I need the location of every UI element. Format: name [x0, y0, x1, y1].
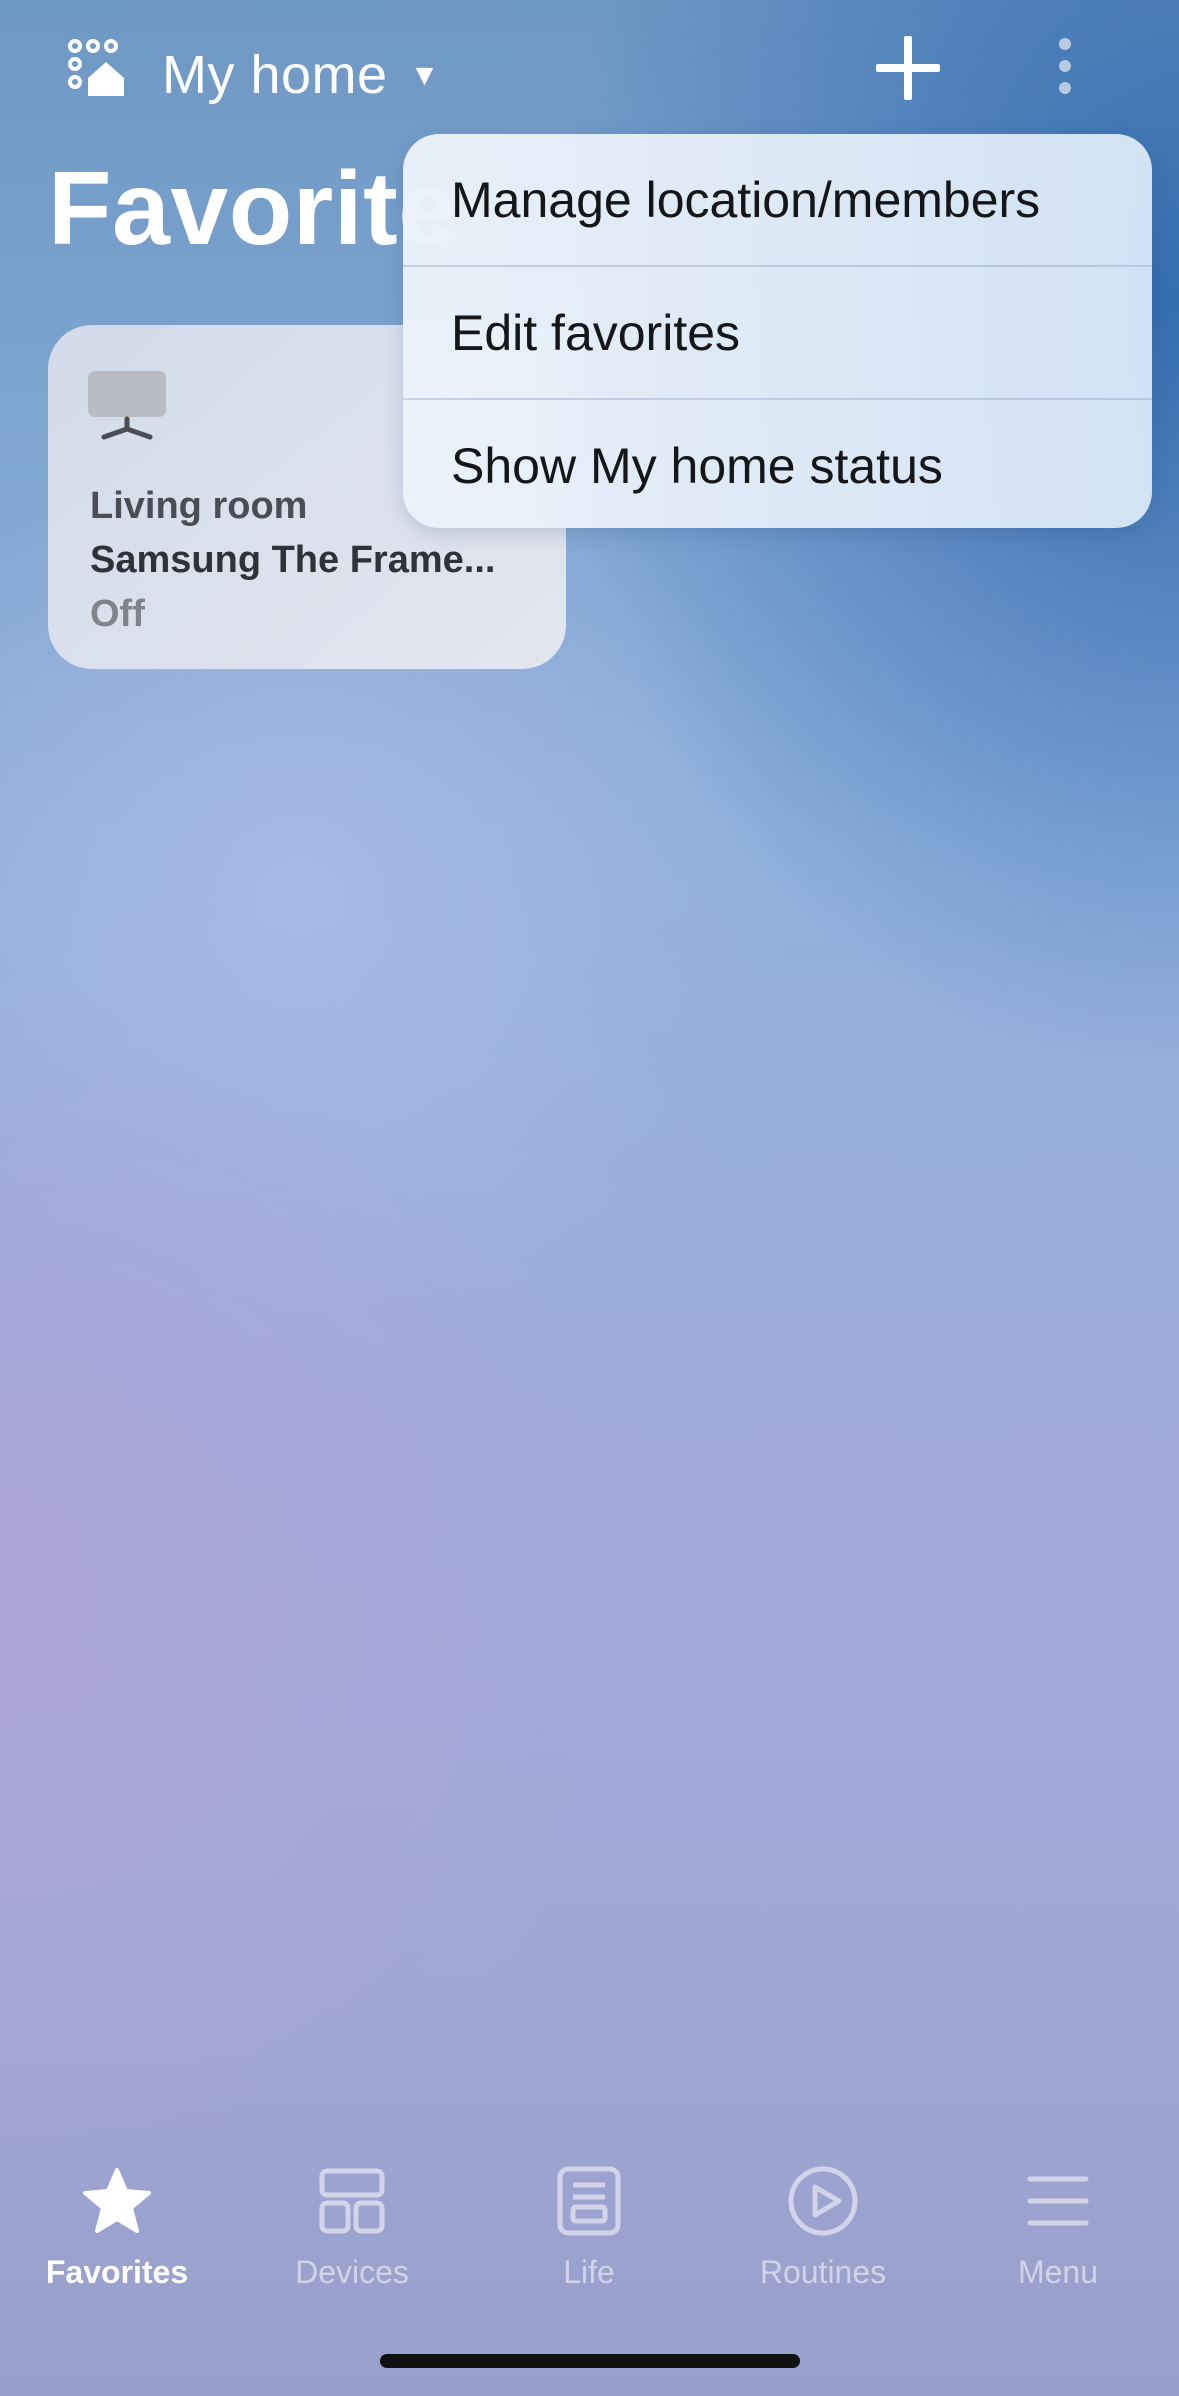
more-options-button[interactable]: [1040, 30, 1090, 106]
add-button[interactable]: [870, 30, 946, 106]
nav-label: Menu: [1017, 2254, 1099, 2290]
device-name: Samsung The Frame...: [90, 539, 496, 581]
device-status: Off: [90, 593, 145, 635]
home-indicator[interactable]: [380, 2354, 800, 2368]
devices-icon: [319, 2168, 385, 2234]
overflow-menu: Manage location/members Edit favorites S…: [403, 134, 1152, 528]
nav-life[interactable]: Life: [489, 2150, 689, 2300]
device-room: Living room: [90, 485, 308, 527]
menu-item-edit-favorites[interactable]: Edit favorites: [403, 267, 1152, 398]
nav-label: Life: [563, 2254, 615, 2290]
location-label: My home: [162, 45, 388, 105]
play-circle-icon: [788, 2166, 858, 2236]
star-icon: [83, 2168, 151, 2233]
bottom-nav: Favorites Devices Life Routines Menu: [0, 2150, 1179, 2300]
qr-home-icon[interactable]: [66, 38, 126, 98]
more-vertical-icon: [1059, 38, 1071, 94]
tv-icon: [88, 371, 166, 440]
plus-icon: [876, 36, 940, 100]
page-title: Favorite: [48, 151, 457, 267]
nav-routines[interactable]: Routines: [723, 2150, 923, 2300]
menu-item-show-home-status[interactable]: Show My home status: [403, 400, 1152, 528]
nav-label: Devices: [295, 2254, 409, 2290]
nav-menu[interactable]: Menu: [958, 2150, 1158, 2300]
nav-label: Favorites: [45, 2254, 189, 2290]
life-icon: [557, 2166, 621, 2236]
hamburger-icon: [1027, 2176, 1089, 2226]
location-selector[interactable]: My home ▼: [162, 40, 439, 110]
nav-label: Routines: [759, 2254, 887, 2290]
nav-devices[interactable]: Devices: [252, 2150, 452, 2300]
chevron-down-icon: ▼: [409, 59, 440, 92]
nav-favorites[interactable]: Favorites: [17, 2150, 217, 2300]
menu-item-manage-location[interactable]: Manage location/members: [403, 134, 1152, 265]
